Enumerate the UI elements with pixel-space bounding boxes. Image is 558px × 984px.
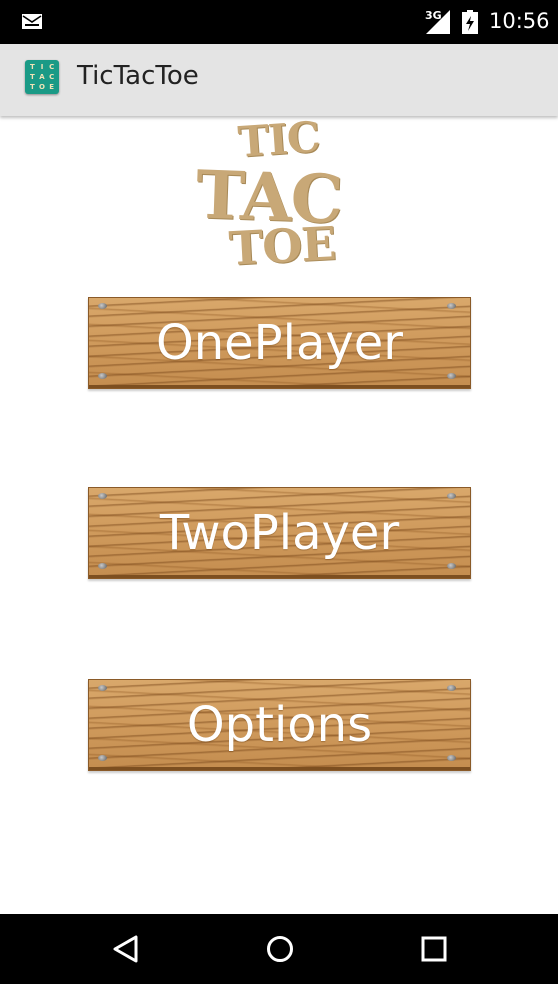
mail-icon — [22, 14, 42, 29]
nail-icon — [447, 563, 456, 569]
nail-icon — [98, 493, 107, 499]
app-icon-letter: O — [39, 83, 45, 91]
nail-icon — [98, 755, 107, 761]
nail-icon — [98, 373, 107, 379]
status-bar: 3G 10:56 — [0, 0, 558, 44]
navigation-bar — [0, 914, 558, 984]
signal-icon — [426, 10, 450, 34]
nail-icon — [447, 685, 456, 691]
action-bar: T I C T A C T O E TicTacToe — [0, 44, 558, 116]
tictactoe-logo: TIC TAC TOE — [193, 112, 383, 276]
nail-icon — [98, 303, 107, 309]
logo-line-toe: TOE — [227, 216, 337, 276]
nail-icon — [447, 303, 456, 309]
app-icon-letter: T — [29, 63, 35, 71]
recents-icon[interactable] — [420, 934, 448, 964]
app-icon-letter: T — [29, 83, 35, 91]
app-icon-letter: T — [29, 73, 35, 81]
app-icon-letter: C — [49, 73, 55, 81]
home-icon[interactable] — [266, 934, 294, 964]
one-player-label: OnePlayer — [155, 315, 404, 371]
nail-icon — [98, 685, 107, 691]
clock: 10:56 — [489, 9, 550, 33]
options-button[interactable]: Options — [88, 679, 471, 771]
nail-icon — [447, 373, 456, 379]
app-icon-letter: A — [39, 73, 45, 81]
app-icon-letter: C — [49, 63, 55, 71]
nail-icon — [98, 563, 107, 569]
app-icon-letter: E — [49, 83, 55, 91]
two-player-button[interactable]: TwoPlayer — [88, 487, 471, 579]
app-icon: T I C T A C T O E — [25, 60, 59, 94]
nail-icon — [447, 755, 456, 761]
battery-icon — [462, 10, 478, 34]
one-player-button[interactable]: OnePlayer — [88, 297, 471, 389]
two-player-label: TwoPlayer — [159, 505, 400, 561]
nail-icon — [447, 493, 456, 499]
app-title: TicTacToe — [77, 61, 199, 91]
app-icon-letter: I — [40, 63, 44, 71]
options-label: Options — [186, 697, 373, 753]
back-icon[interactable] — [112, 934, 140, 964]
